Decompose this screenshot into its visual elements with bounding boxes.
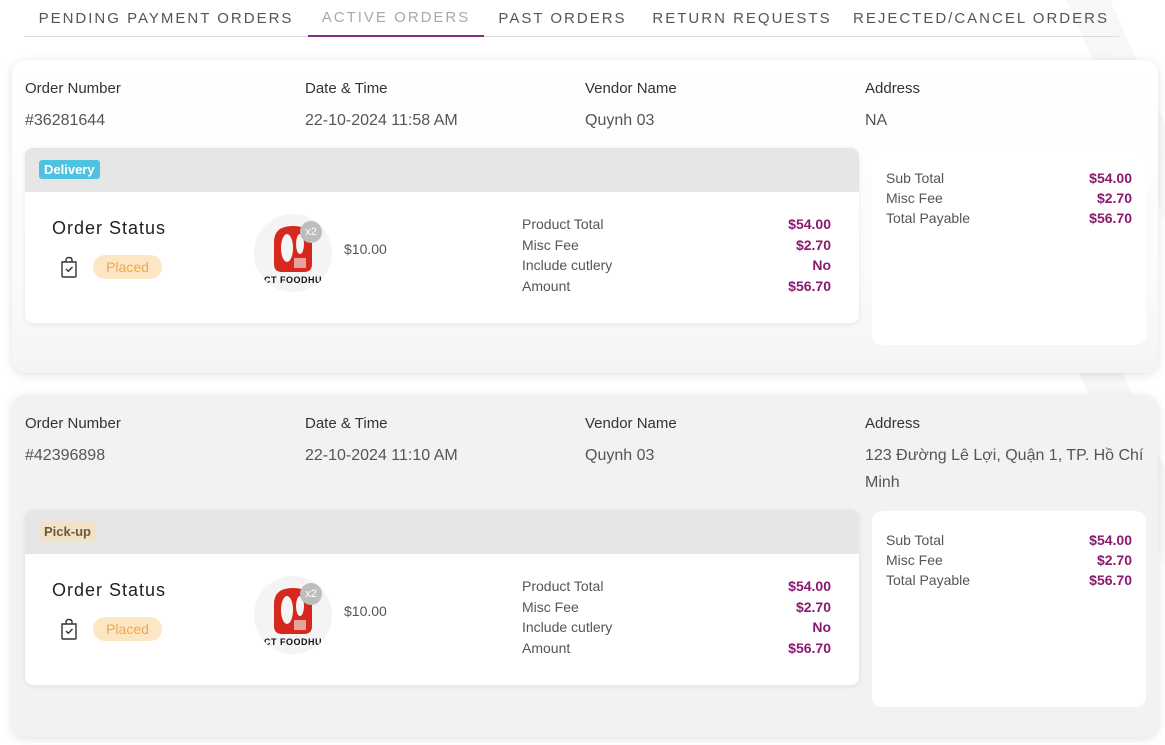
- misc-fee-row: Misc Fee $2.70: [522, 597, 831, 618]
- vendor-name-label: Vendor Name: [585, 80, 677, 97]
- product-total-value: $54.00: [788, 578, 831, 594]
- sub-total-value: $54.00: [1089, 170, 1132, 186]
- order-date-time: 22-10-2024 11:58 AM: [305, 112, 458, 129]
- total-misc-fee-label: Misc Fee: [886, 552, 943, 568]
- order-detail-panel: Delivery Order Status Placed CT FOODHU x…: [25, 148, 859, 323]
- tab-active-orders[interactable]: ACTIVE ORDERS: [308, 0, 484, 37]
- total-misc-fee-value: $2.70: [1096, 190, 1132, 206]
- vendor-name-label: Vendor Name: [585, 415, 677, 432]
- amount-row: Amount $56.70: [522, 276, 831, 297]
- order-number: #42396898: [25, 447, 106, 464]
- misc-fee-value: $2.70: [795, 598, 831, 615]
- order-status-title: Order Status: [52, 218, 167, 238]
- order-type-header: Delivery: [25, 148, 859, 192]
- order-status-title: Order Status: [52, 580, 167, 600]
- shopping-bag-check-icon: [61, 618, 77, 640]
- product-total-row: Product Total $54.00: [522, 214, 831, 235]
- amount-label: Amount: [522, 639, 571, 656]
- product-total-label: Product Total: [522, 216, 604, 232]
- sub-total-value: $54.00: [1089, 532, 1132, 548]
- total-payable-label: Total Payable: [886, 572, 971, 588]
- date-time-label: Date & Time: [305, 80, 388, 97]
- amount-value: $56.70: [788, 639, 831, 656]
- order-card[interactable]: Order Number Date & Time Vendor Name Add…: [12, 60, 1158, 373]
- misc-fee-label: Misc Fee: [522, 236, 579, 253]
- shopping-bag-check-icon: [61, 256, 77, 278]
- product-total-row: Product Total $54.00: [522, 576, 831, 597]
- order-address: NA: [865, 112, 888, 129]
- cutlery-value: No: [812, 619, 831, 635]
- total-payable-value: $56.70: [1089, 210, 1132, 226]
- total-payable-row: Total Payable $56.70: [886, 208, 1132, 228]
- status-badge: Placed: [93, 255, 162, 279]
- food-logo-text: CT FOODHU: [264, 637, 322, 647]
- sub-total-row: Sub Total $54.00: [886, 530, 1132, 550]
- amount-label: Amount: [522, 277, 571, 294]
- order-tabs: PENDING PAYMENT ORDERS ACTIVE ORDERS PAS…: [24, 0, 1119, 37]
- address-label: Address: [865, 415, 921, 432]
- tab-pending-payment-orders[interactable]: PENDING PAYMENT ORDERS: [24, 0, 308, 37]
- order-address: 123 Đường Lê Lợi, Quận 1, TP. Hồ Chí Min…: [865, 447, 1144, 491]
- item-price: $10.00: [344, 241, 387, 257]
- food-logo-text: CT FOODHU: [264, 275, 322, 285]
- order-card[interactable]: Order Number Date & Time Vendor Name Add…: [12, 395, 1158, 737]
- vendor-name: Quynh 03: [585, 112, 655, 129]
- cutlery-value: No: [812, 257, 831, 273]
- cutlery-label: Include cutlery: [522, 257, 613, 273]
- item-quantity-badge: x2: [300, 583, 322, 605]
- order-totals-panel: Sub Total $54.00 Misc Fee $2.70 Total Pa…: [872, 149, 1146, 345]
- product-total-label: Product Total: [522, 578, 604, 594]
- cutlery-row: Include cutlery No: [522, 255, 831, 276]
- misc-fee-value: $2.70: [795, 236, 831, 253]
- sub-total-label: Sub Total: [886, 170, 945, 186]
- product-total-value: $54.00: [788, 216, 831, 232]
- vendor-name: Quynh 03: [585, 447, 655, 464]
- total-misc-fee-value: $2.70: [1096, 552, 1132, 568]
- order-detail-panel: Pick-up Order Status Placed CT FOODHU x2…: [25, 510, 859, 685]
- order-type-header: Pick-up: [25, 510, 859, 554]
- misc-fee-row: Misc Fee $2.70: [522, 235, 831, 256]
- total-misc-fee-label: Misc Fee: [886, 190, 943, 206]
- total-misc-fee-row: Misc Fee $2.70: [886, 550, 1132, 570]
- amount-value: $56.70: [788, 277, 831, 294]
- amount-row: Amount $56.70: [522, 638, 831, 659]
- order-date-time: 22-10-2024 11:10 AM: [305, 447, 458, 464]
- total-payable-value: $56.70: [1089, 572, 1132, 588]
- tab-past-orders[interactable]: PAST ORDERS: [484, 0, 641, 37]
- total-misc-fee-row: Misc Fee $2.70: [886, 188, 1132, 208]
- order-number-label: Order Number: [25, 415, 121, 432]
- misc-fee-label: Misc Fee: [522, 598, 579, 615]
- total-payable-row: Total Payable $56.70: [886, 570, 1132, 590]
- sub-total-row: Sub Total $54.00: [886, 168, 1132, 188]
- order-number-label: Order Number: [25, 80, 121, 97]
- item-quantity-badge: x2: [300, 221, 322, 243]
- address-label: Address: [865, 80, 921, 97]
- cutlery-label: Include cutlery: [522, 619, 613, 635]
- sub-total-label: Sub Total: [886, 532, 945, 548]
- item-price: $10.00: [344, 603, 387, 619]
- order-type-badge: Delivery: [39, 160, 100, 179]
- order-totals-panel: Sub Total $54.00 Misc Fee $2.70 Total Pa…: [872, 511, 1146, 707]
- total-payable-label: Total Payable: [886, 210, 971, 226]
- status-badge: Placed: [93, 617, 162, 641]
- order-type-badge: Pick-up: [39, 522, 96, 541]
- tab-return-requests[interactable]: RETURN REQUESTS: [641, 0, 843, 37]
- tab-rejected-cancel-orders[interactable]: REJECTED/CANCEL ORDERS: [843, 0, 1119, 37]
- date-time-label: Date & Time: [305, 415, 388, 432]
- cutlery-row: Include cutlery No: [522, 617, 831, 638]
- order-number: #36281644: [25, 112, 106, 129]
